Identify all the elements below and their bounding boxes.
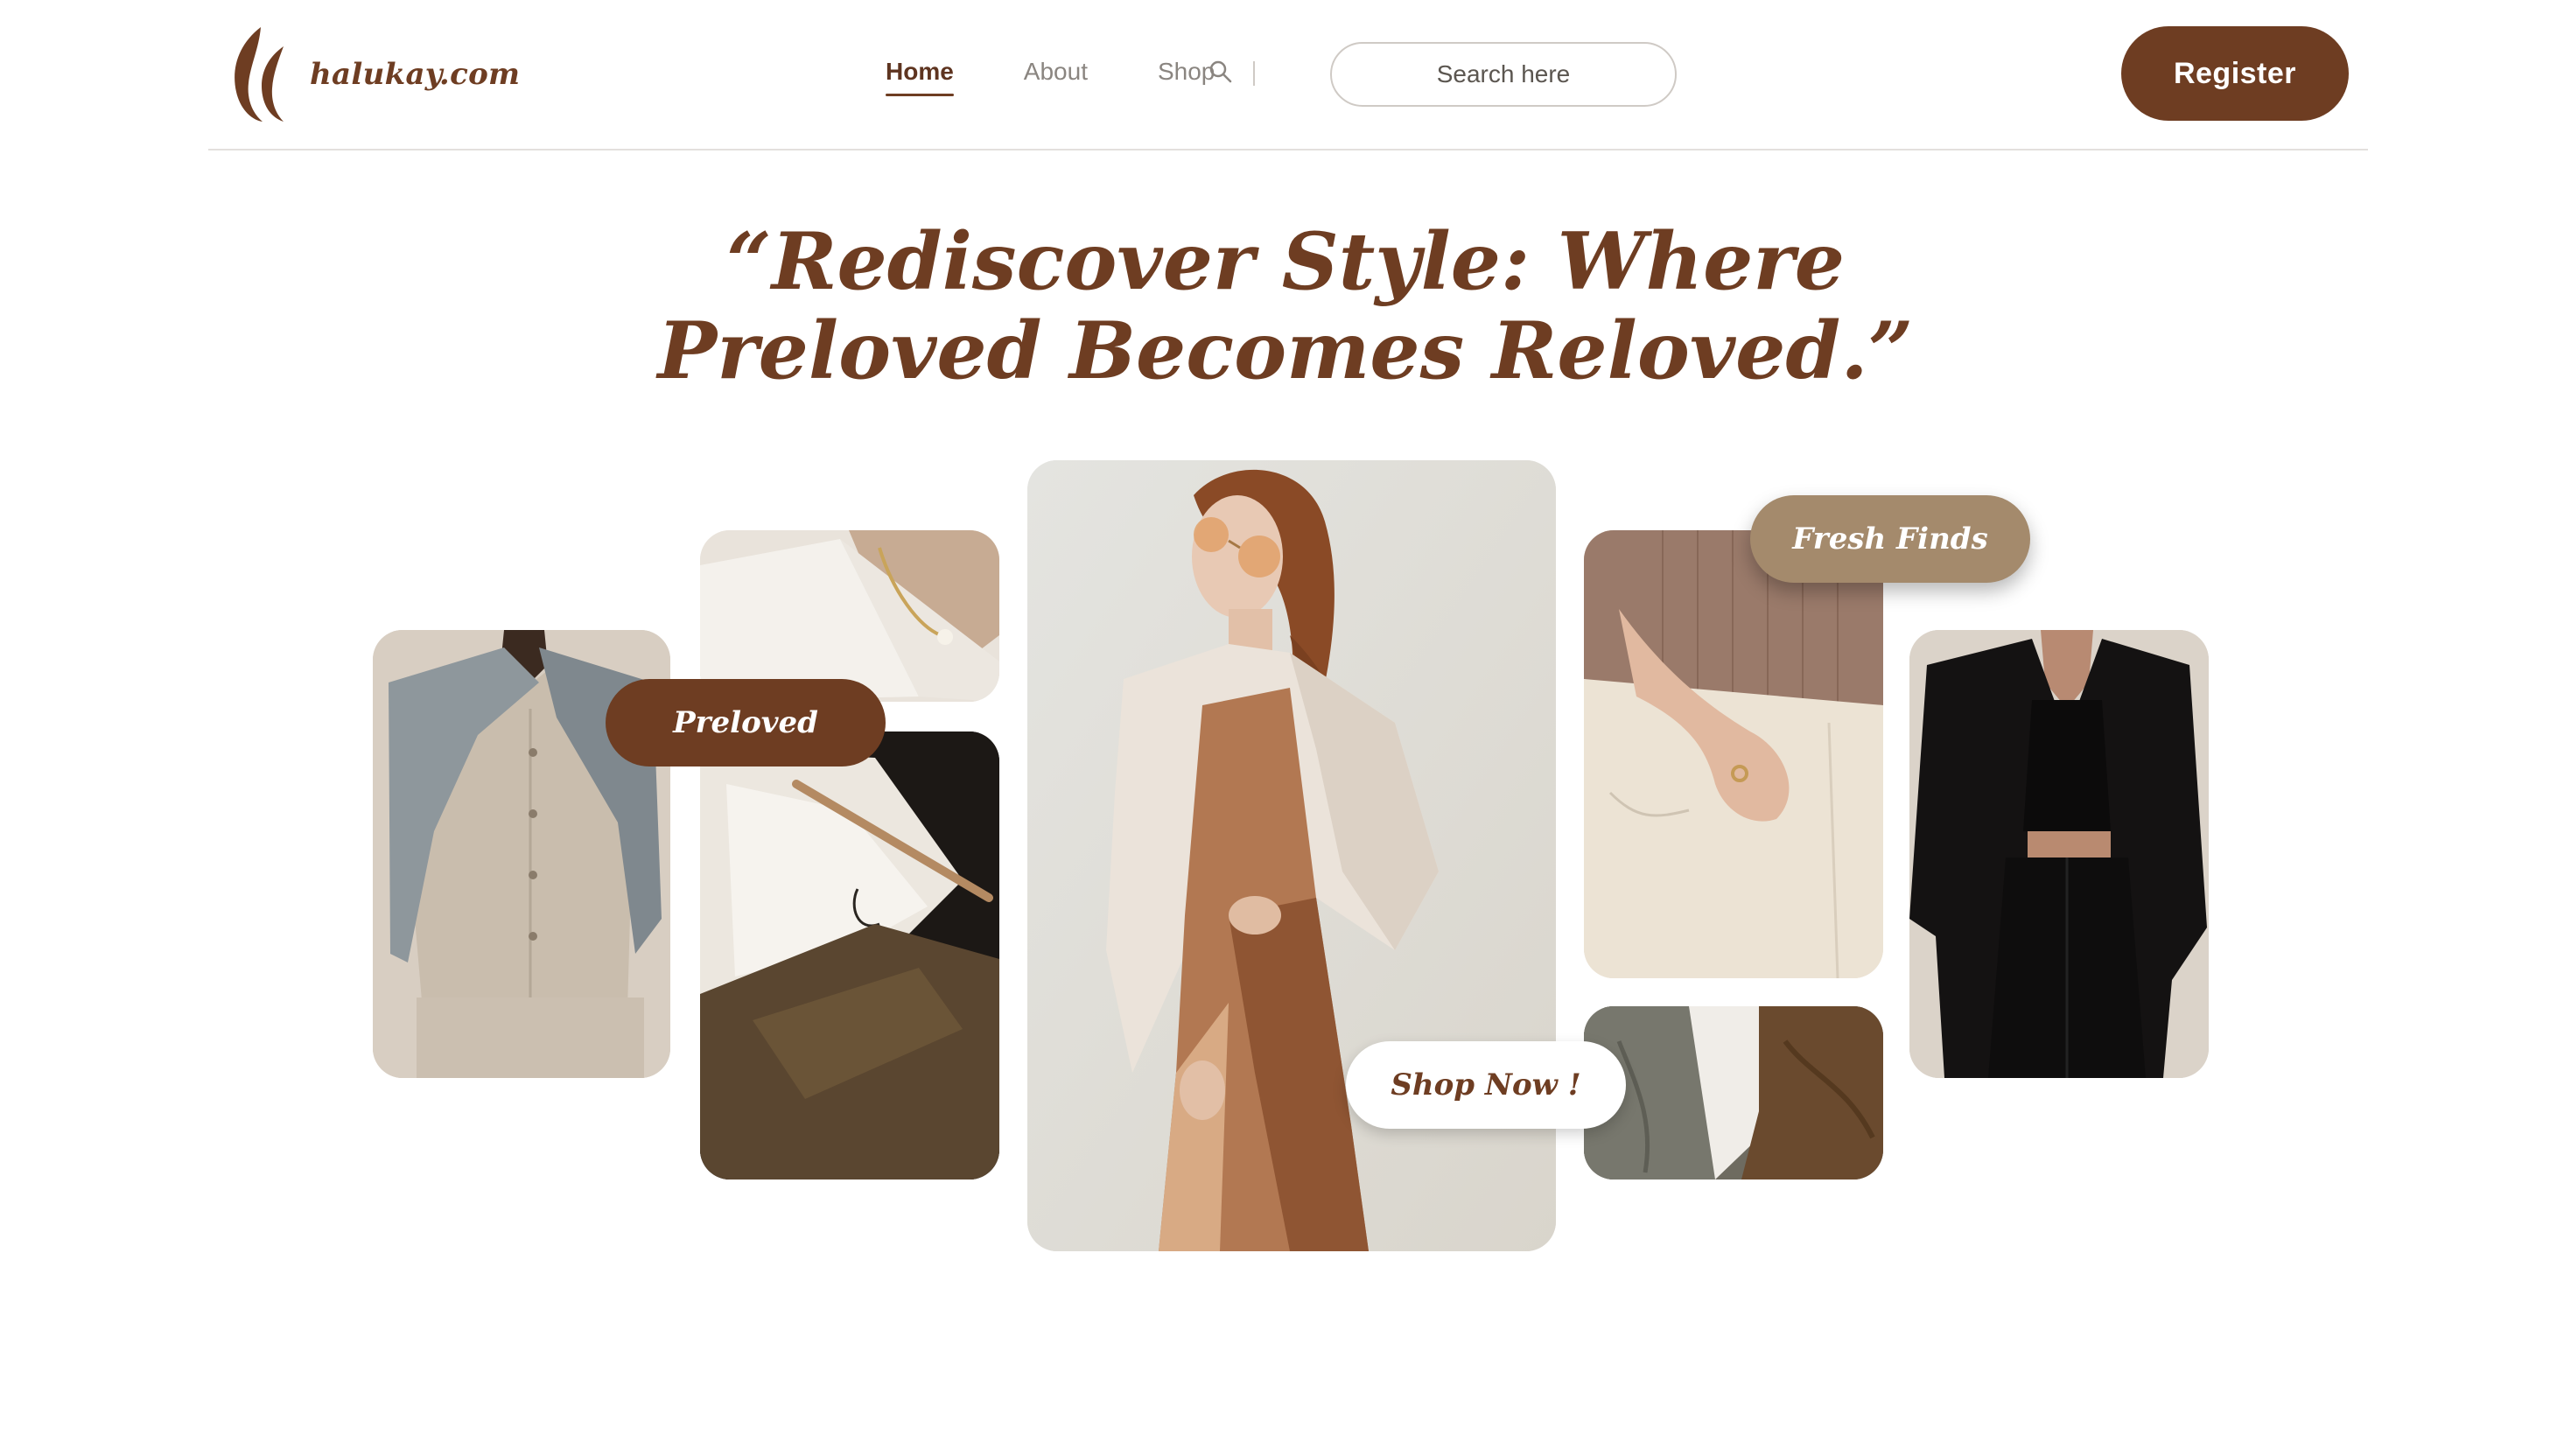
brand-logo[interactable]: halukay.com [222,23,520,126]
hero-headline-line-2: Preloved Becomes Reloved.” [657,304,1914,397]
preloved-badge[interactable]: Preloved [606,679,886,766]
nav-about[interactable]: About [1024,58,1088,89]
photo-card-hanger[interactable] [700,732,999,1180]
model-portrait-image [1027,460,1556,1251]
photo-card-blazer[interactable] [1909,630,2209,1078]
hero-headline-line-1: “Rediscover Style: Where [725,215,1846,308]
necklace-shirt-image [700,530,999,702]
header-divider [208,149,2368,150]
nav-shop-label: Shop [1157,58,1215,85]
search-field[interactable] [1330,42,1677,107]
logo-mark-icon [235,27,284,122]
nav-shop[interactable]: Shop [1158,58,1234,89]
black-blazer-image [1909,630,2209,1078]
pants-pocket-image [1584,530,1883,978]
hanger-shirt-image [700,732,999,1180]
photo-card-necklace[interactable] [700,530,999,702]
nav-divider [1253,61,1256,86]
search-input[interactable] [1332,60,1675,88]
fabrics-image [1584,1006,1883,1180]
brand-name: halukay.com [310,57,521,92]
photo-card-model[interactable] [1027,460,1556,1251]
site-header: halukay.com Home About Shop Register [0,0,2571,150]
photo-card-pants[interactable] [1584,530,1883,978]
main-nav: Home About Shop [886,49,1256,98]
shop-now-button[interactable]: Shop Now ! [1346,1041,1626,1129]
search-icon[interactable] [1208,59,1234,85]
fresh-finds-badge[interactable]: Fresh Finds [1750,495,2030,583]
register-button[interactable]: Register [2121,26,2349,121]
photo-card-fabrics[interactable] [1584,1006,1883,1180]
nav-home[interactable]: Home [886,58,954,96]
hero-headline: “Rediscover Style: Where Preloved Become… [0,217,2571,396]
